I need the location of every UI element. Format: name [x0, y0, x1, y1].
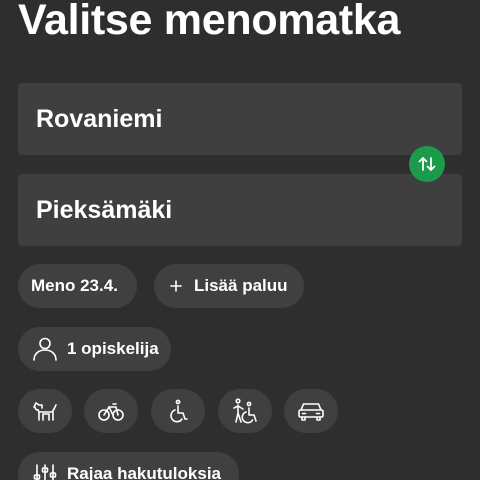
passengers-button[interactable]: 1 opiskelija	[18, 327, 171, 371]
plus-icon	[168, 278, 184, 294]
origin-field[interactable]: Rovaniemi	[18, 83, 462, 155]
pet-service-button[interactable]	[18, 389, 72, 433]
bicycle-icon	[97, 400, 125, 422]
add-return-label: Lisää paluu	[194, 276, 288, 295]
sliders-icon	[31, 462, 59, 480]
wheelchair-icon	[167, 399, 189, 423]
filter-results-label: Rajaa hakutuloksia	[67, 464, 222, 480]
dog-icon	[31, 399, 59, 423]
swap-stations-button[interactable]	[409, 146, 445, 182]
swap-vertical-arrows-icon	[417, 154, 437, 174]
assisted-person-icon	[231, 398, 259, 424]
wheelchair-service-button[interactable]	[151, 389, 205, 433]
departure-date-button[interactable]: Meno 23.4.	[18, 264, 137, 308]
destination-field[interactable]: Pieksämäki	[18, 174, 462, 246]
passengers-label: 1 opiskelija	[67, 339, 159, 358]
car-icon	[296, 399, 326, 423]
trip-search-screen: Valitse menomatka Rovaniemi Pieksämäki M…	[0, 0, 480, 480]
person-icon	[31, 336, 59, 362]
assistance-service-button[interactable]	[218, 389, 272, 433]
filter-results-button[interactable]: Rajaa hakutuloksia	[18, 452, 239, 480]
add-return-button[interactable]: Lisää paluu	[154, 264, 304, 308]
car-service-button[interactable]	[284, 389, 338, 433]
page-title: Valitse menomatka	[18, 0, 401, 44]
bicycle-service-button[interactable]	[84, 389, 138, 433]
departure-date-label: Meno 23.4.	[31, 276, 118, 295]
